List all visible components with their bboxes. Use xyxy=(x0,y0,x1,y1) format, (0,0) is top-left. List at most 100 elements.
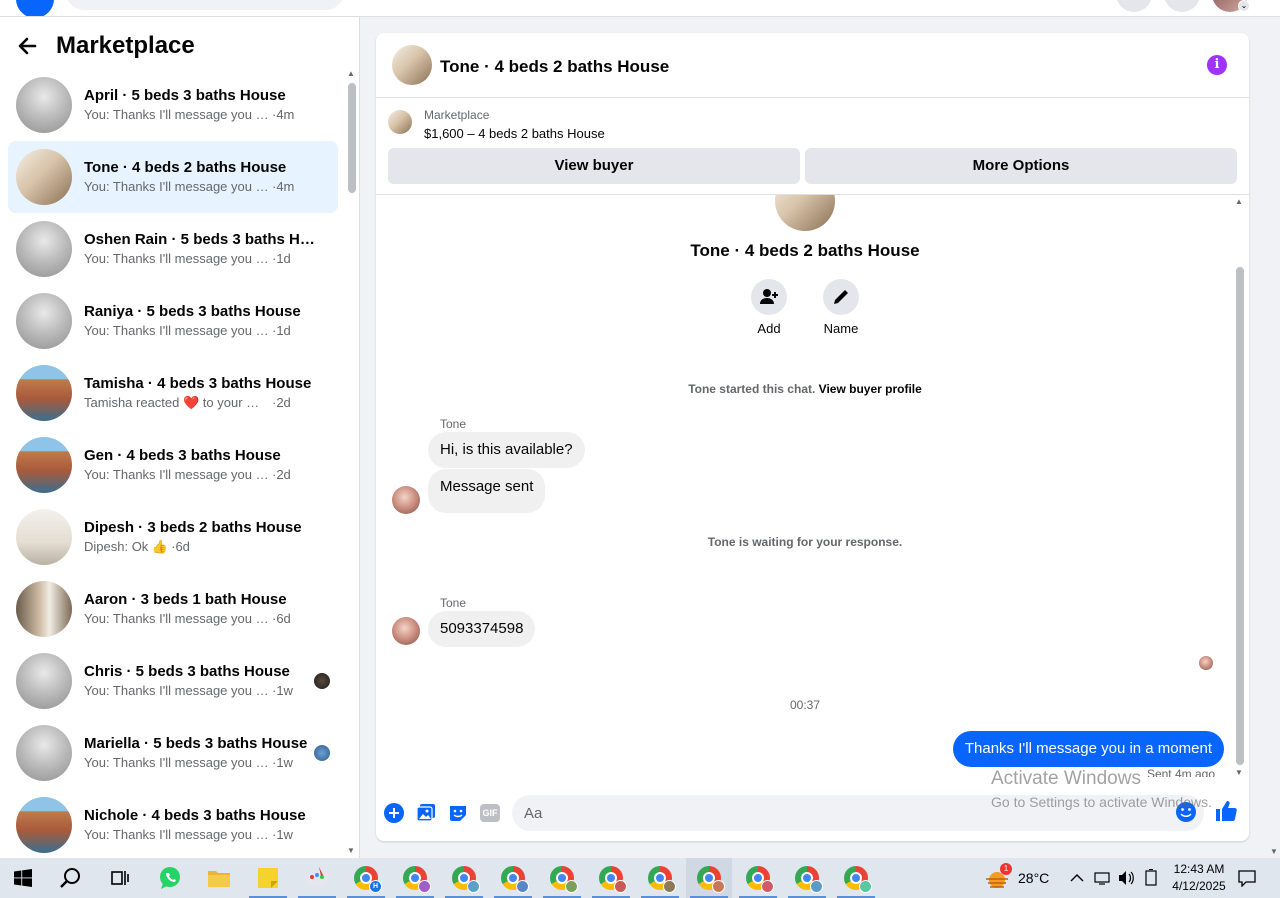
notification-center-icon[interactable] xyxy=(1238,858,1256,898)
conversation-avatar[interactable] xyxy=(16,293,72,349)
conversation-avatar[interactable] xyxy=(16,797,72,853)
message-input[interactable] xyxy=(512,795,1204,831)
battery-icon[interactable] xyxy=(1143,858,1159,898)
conversation-item[interactable]: Nichole · 4 beds 3 baths House You: Thank… xyxy=(8,789,338,858)
chrome-profile-icon[interactable] xyxy=(833,858,879,898)
conversation-avatar[interactable] xyxy=(16,509,72,565)
notifications-icon[interactable] xyxy=(1164,0,1200,12)
info-icon[interactable]: i xyxy=(1207,55,1227,75)
conversation-name: Tone · 4 beds 2 baths House xyxy=(84,159,287,176)
conversation-avatar[interactable] xyxy=(16,77,72,133)
chevron-down-icon[interactable]: ⌄ xyxy=(1238,0,1250,12)
conversation-time: ·6d xyxy=(272,611,291,626)
chrome-profile-icon[interactable] xyxy=(539,858,585,898)
conversation-item[interactable]: Oshen Rain · 5 beds 3 baths House You: Th… xyxy=(8,213,338,285)
more-options-button[interactable]: More Options xyxy=(805,148,1237,184)
search-input[interactable] xyxy=(66,0,344,10)
facebook-logo-icon[interactable] xyxy=(16,0,54,16)
sender-avatar[interactable] xyxy=(392,486,420,514)
conversation-name: Gen · 4 beds 3 baths House xyxy=(84,447,281,464)
chrome-profile-icon[interactable] xyxy=(588,858,634,898)
plus-icon[interactable] xyxy=(382,801,406,825)
scrollbar-thumb[interactable] xyxy=(348,83,356,193)
profile-name: Tone · 4 beds 2 baths House xyxy=(690,241,920,260)
conversation-time: ·2d xyxy=(272,395,291,410)
profile-avatar[interactable] xyxy=(775,195,835,231)
chrome-profile-icon[interactable] xyxy=(441,858,487,898)
sender-name: Tone xyxy=(440,417,467,431)
conversation-item[interactable]: Aaron · 3 beds 1 bath House You: Thanks I… xyxy=(8,573,338,645)
listing-thumbnail[interactable] xyxy=(388,110,412,134)
network-icon[interactable] xyxy=(1094,858,1112,898)
windows-start-icon[interactable] xyxy=(0,858,46,898)
conversation-avatar[interactable] xyxy=(16,581,72,637)
outgoing-message[interactable]: Thanks I'll message you in a moment xyxy=(952,731,1224,767)
scrollbar-thumb[interactable] xyxy=(1236,267,1244,765)
conversation-avatar[interactable] xyxy=(16,725,72,781)
conversation-item[interactable]: Chris · 5 beds 3 baths House You: Thanks … xyxy=(8,645,338,717)
edit-name-button[interactable]: Name xyxy=(811,279,871,336)
chrome-profile-icon[interactable] xyxy=(490,858,536,898)
conversation-item[interactable]: Tamisha · 4 beds 3 baths House Tamisha re… xyxy=(8,357,338,429)
conversation-item[interactable]: Gen · 4 beds 3 baths House You: Thanks I'… xyxy=(8,429,338,501)
conversation-avatar[interactable] xyxy=(16,365,72,421)
scroll-down-arrow-icon[interactable]: ▼ xyxy=(347,846,355,855)
sender-avatar[interactable] xyxy=(392,617,420,645)
chat-title[interactable]: Tone · 4 beds 2 baths House xyxy=(440,57,669,77)
conversation-name: Mariella · 5 beds 3 baths House xyxy=(84,735,308,752)
emoji-icon[interactable] xyxy=(1175,801,1199,825)
scroll-up-arrow-icon[interactable]: ▲ xyxy=(347,69,355,78)
conversation-preview: You: Thanks I'll message you in a moment xyxy=(84,827,269,842)
sidebar-scrollbar[interactable]: ▲ ▼ xyxy=(346,69,358,855)
file-explorer-icon[interactable] xyxy=(196,858,242,898)
conversation-avatar[interactable] xyxy=(16,221,72,277)
chat-avatar[interactable] xyxy=(392,45,432,85)
scroll-down-arrow-icon[interactable]: ▼ xyxy=(1270,847,1278,856)
pencil-icon[interactable] xyxy=(823,279,859,315)
system-clock[interactable]: 12:43 AM 4/12/2025 xyxy=(1169,861,1229,895)
page-scrollbar[interactable]: ▼ xyxy=(1268,17,1280,858)
incoming-message[interactable]: Message sent xyxy=(428,469,546,513)
sticky-notes-icon[interactable] xyxy=(245,858,291,898)
menu-icon[interactable] xyxy=(1116,0,1152,12)
view-buyer-button[interactable]: View buyer xyxy=(388,148,800,184)
volume-icon[interactable] xyxy=(1118,858,1136,898)
thumbs-up-icon[interactable] xyxy=(1214,799,1240,825)
chrome-profile-icon[interactable] xyxy=(735,858,781,898)
conversation-time: ·1w xyxy=(272,683,293,698)
conversation-item[interactable]: Tone · 4 beds 2 baths House You: Thanks I… xyxy=(8,141,338,213)
chrome-profile-icon[interactable] xyxy=(784,858,830,898)
conversation-item[interactable]: April · 5 beds 3 baths House You: Thanks … xyxy=(8,69,338,141)
seen-receipt-avatar xyxy=(314,745,330,761)
whatsapp-icon[interactable] xyxy=(147,858,193,898)
conversation-item[interactable]: Dipesh · 3 beds 2 baths House Dipesh: Ok … xyxy=(8,501,338,573)
task-view-icon[interactable] xyxy=(96,858,142,898)
add-contact-button[interactable]: Add xyxy=(739,279,799,336)
chat-scrollbar[interactable]: ▲ ▼ xyxy=(1234,195,1246,777)
conversation-avatar[interactable] xyxy=(16,437,72,493)
conversation-avatar[interactable] xyxy=(16,149,72,205)
chrome-profile-icon[interactable]: H xyxy=(343,858,389,898)
gif-icon[interactable]: GIF xyxy=(478,801,502,825)
scroll-up-arrow-icon[interactable]: ▲ xyxy=(1235,197,1243,206)
view-buyer-profile-link[interactable]: View buyer profile xyxy=(819,382,922,396)
sticker-icon[interactable] xyxy=(446,801,470,825)
incoming-message[interactable]: 5093374598 xyxy=(428,611,536,647)
weather-badge: 1 xyxy=(1000,863,1012,875)
incoming-message[interactable]: Hi, is this available? xyxy=(428,432,585,468)
conversation-item[interactable]: Mariella · 5 beds 3 baths House You: Than… xyxy=(8,717,338,789)
add-person-icon[interactable] xyxy=(751,279,787,315)
photo-icon[interactable] xyxy=(414,801,438,825)
weather-widget[interactable]: 1 28°C xyxy=(984,858,1049,898)
paint-app-icon[interactable] xyxy=(294,858,340,898)
conversation-item[interactable]: Raniya · 5 beds 3 baths House You: Thanks… xyxy=(8,285,338,357)
chrome-profile-icon[interactable] xyxy=(392,858,438,898)
listing-price[interactable]: $1,600 – 4 beds 2 baths House xyxy=(424,126,605,141)
chrome-profile-icon[interactable] xyxy=(637,858,683,898)
search-icon[interactable] xyxy=(48,858,94,898)
conversation-avatar[interactable] xyxy=(16,653,72,709)
scroll-down-arrow-icon[interactable]: ▼ xyxy=(1235,768,1243,777)
back-arrow-icon[interactable] xyxy=(16,30,48,62)
chrome-profile-icon[interactable] xyxy=(686,858,732,898)
show-hidden-icons-icon[interactable] xyxy=(1070,858,1084,898)
